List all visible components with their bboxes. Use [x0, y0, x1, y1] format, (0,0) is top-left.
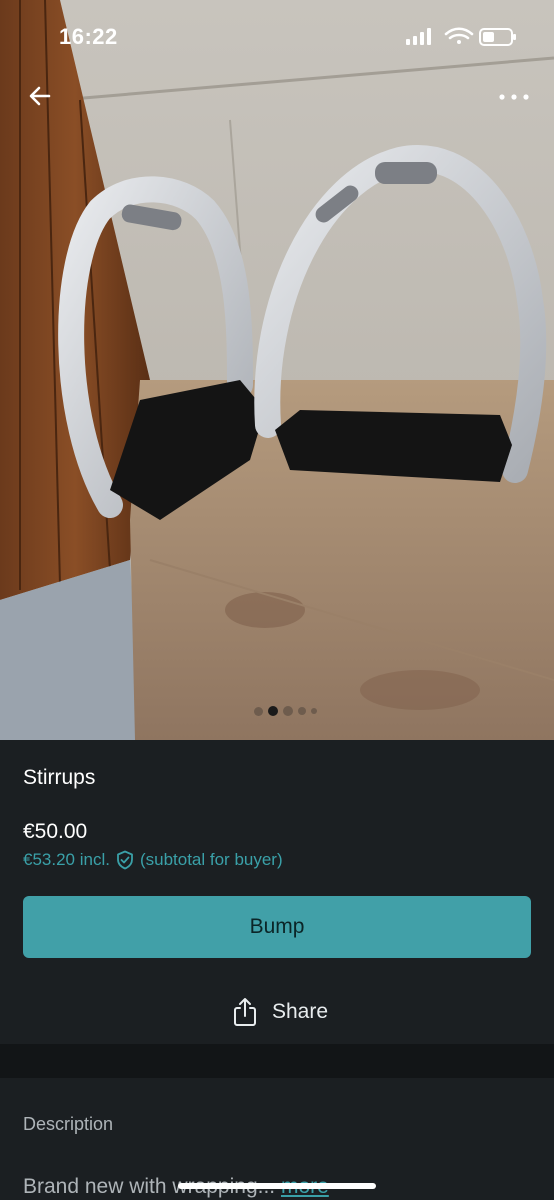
more-options-button[interactable] — [494, 82, 534, 112]
share-icon — [233, 998, 256, 1026]
product-photo[interactable]: 16:22 — [0, 0, 554, 740]
pager-dot[interactable] — [254, 706, 263, 716]
item-info-panel: Stirrups €50.00 €53.20 incl. (subtotal f… — [0, 740, 554, 1044]
status-icons — [406, 27, 516, 46]
section-divider — [0, 1044, 554, 1078]
share-label: Share — [271, 1000, 329, 1023]
item-price: €50.00 — [23, 820, 88, 843]
pager-dot[interactable] — [298, 707, 306, 715]
pager-dot[interactable] — [311, 708, 317, 714]
image-pager[interactable] — [254, 705, 317, 717]
status-time: 16:22 — [59, 24, 118, 49]
shield-check-icon — [117, 850, 133, 870]
pager-dot[interactable] — [268, 706, 278, 716]
buyer-price-amount: €53.20 incl. — [23, 850, 110, 869]
bump-button[interactable]: Bump — [23, 896, 531, 958]
pager-dot[interactable] — [283, 706, 293, 716]
description-heading: Description — [23, 1114, 114, 1134]
buyer-price-note: (subtotal for buyer) — [139, 850, 283, 869]
item-title: Stirrups — [23, 766, 96, 789]
battery-icon — [479, 28, 516, 46]
status-bar: 16:22 — [0, 0, 554, 72]
back-button[interactable] — [22, 78, 58, 114]
wifi-icon — [444, 27, 474, 44]
signal-icon — [406, 28, 431, 45]
arrow-left-icon — [29, 86, 51, 106]
ellipsis-icon — [499, 94, 529, 100]
buyer-price-info[interactable]: €53.20 incl. (subtotal for buyer) — [23, 850, 283, 870]
home-indicator[interactable] — [178, 1183, 376, 1189]
description-section: Description Brand new with wrapping... m… — [0, 1078, 554, 1200]
product-image — [0, 0, 554, 740]
share-button[interactable]: Share — [200, 992, 360, 1032]
